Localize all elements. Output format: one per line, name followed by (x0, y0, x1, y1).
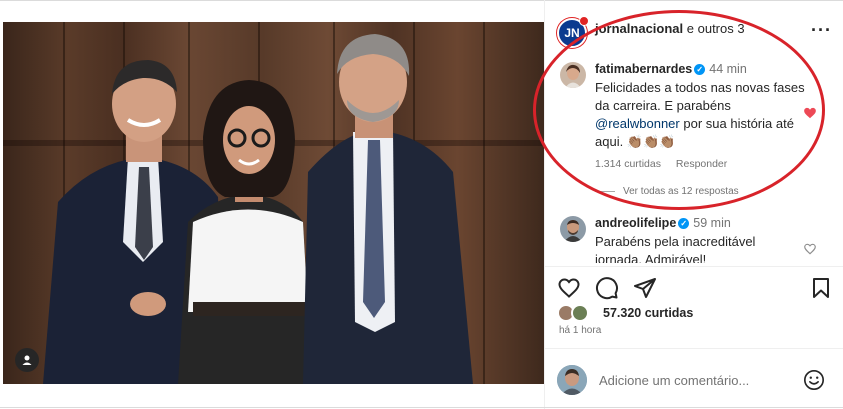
divider (545, 348, 843, 349)
comment-likes[interactable]: 1.314 curtidas (595, 158, 661, 170)
smiley-icon[interactable] (803, 369, 825, 391)
comment-username[interactable]: fatimabernardes ✓ 44 min (595, 62, 747, 76)
comment-meta: 1.314 curtidas Responder (595, 158, 739, 170)
liker-avatar (571, 304, 589, 322)
view-replies-text[interactable]: Ver todas as 12 respostas (623, 186, 739, 197)
comment-time: 44 min (709, 62, 747, 76)
comment-text: Felicidades a todos nas novas fases da c… (595, 79, 805, 151)
add-comment-bar (545, 358, 843, 402)
username-text[interactable]: fatimabernardes (595, 62, 692, 76)
view-replies-link[interactable]: Ver todas as 12 respostas (595, 186, 739, 197)
mention-link[interactable]: @realwbonner (595, 116, 680, 131)
post-timestamp[interactable]: há 1 hora (559, 325, 601, 336)
divider (545, 266, 843, 267)
username-text[interactable]: andreolifelipe (595, 216, 676, 230)
comment-username[interactable]: andreolifelipe ✓ 59 min (595, 216, 731, 230)
avatar-image (557, 365, 587, 395)
comment-input[interactable] (599, 370, 789, 390)
replies-line (595, 190, 615, 192)
comments-scroll[interactable]: fatimabernardes ✓ 44 min Felicidades a tod… (545, 0, 843, 263)
tagged-people-button[interactable] (15, 348, 39, 372)
heart-outline-icon[interactable] (803, 242, 817, 256)
comment-bubble-icon[interactable] (595, 276, 619, 300)
person-tag-icon (22, 355, 32, 365)
comment-text-part: Felicidades a todos nas novas fases da c… (595, 80, 805, 113)
verified-badge-icon: ✓ (694, 64, 706, 76)
verified-badge-icon: ✓ (678, 218, 690, 230)
paper-plane-icon[interactable] (633, 276, 657, 300)
reply-button[interactable]: Responder (676, 158, 727, 170)
post-photo[interactable] (3, 22, 544, 384)
avatar[interactable] (560, 62, 586, 88)
instagram-post-frame: JN jornalnacional e outros 3 ··· fatimab… (0, 0, 843, 409)
avatar-image (560, 62, 586, 88)
divider-bottom (0, 407, 843, 408)
person-right (303, 34, 473, 384)
post-side-panel: JN jornalnacional e outros 3 ··· fatimab… (544, 0, 843, 409)
avatar-image (560, 216, 586, 242)
avatar[interactable] (557, 365, 587, 395)
avatar[interactable] (560, 216, 586, 242)
comment-text: Parabéns pela inacreditável jornada. Adm… (595, 234, 756, 263)
heart-outline-icon[interactable] (557, 276, 581, 300)
liked-heart-icon[interactable] (803, 106, 817, 120)
bookmark-icon[interactable] (809, 276, 833, 300)
comment-time: 59 min (693, 216, 731, 230)
post-actions (557, 276, 835, 300)
people-illustration (43, 34, 473, 384)
likes-count[interactable]: 57.320 curtidas (603, 306, 693, 320)
